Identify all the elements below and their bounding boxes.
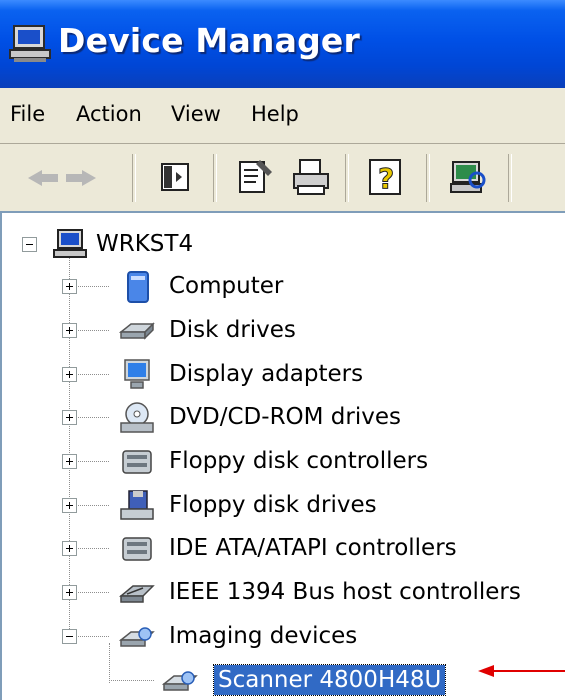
expand-icon[interactable] [62,279,77,294]
disk-drive-icon [118,314,155,348]
window-title: Device Manager [58,21,360,60]
toolbar-separator [508,154,512,202]
show-hide-console-tree-icon[interactable] [145,150,203,206]
properties-icon[interactable] [226,150,284,206]
toolbar-separator [426,154,430,202]
annotation-arrow [478,665,565,677]
tree-item-disk-drives[interactable]: Disk drives [2,309,562,353]
expand-icon[interactable] [62,541,77,556]
toolbar-separator [345,154,349,202]
print-icon[interactable] [282,150,340,206]
toolbar: ? [0,143,565,212]
tree-item-label: Computer [169,273,284,299]
tree-item-dvd-cd-rom-drives[interactable]: DVD/CD-ROM drives [2,396,562,440]
help-icon[interactable]: ? [358,150,416,206]
tree-item-floppy-disk-drives[interactable]: Floppy disk drives [2,484,562,528]
device-tree[interactable]: WRKST4 Computer Disk drives Display adap… [0,211,565,700]
forward-icon[interactable] [58,150,116,206]
tree-root-label: WRKST4 [96,231,194,257]
expand-icon[interactable] [62,454,77,469]
menu-bar: File Action View Help [0,88,565,144]
expand-icon[interactable] [62,367,77,382]
tree-item-ieee-1394-bus-host-controllers[interactable]: IEEE 1394 Bus host controllers [2,571,562,615]
svg-text:?: ? [378,162,394,195]
tree-item-floppy-disk-controllers[interactable]: Floppy disk controllers [2,440,562,484]
expand-icon[interactable] [62,498,77,513]
expand-icon[interactable] [62,323,77,338]
title-bar[interactable]: Device Manager [0,0,565,88]
monitor-icon [119,358,155,392]
toolbar-separator [213,154,217,202]
expand-icon[interactable] [62,410,77,425]
collapse-icon[interactable] [22,237,37,252]
controller-icon [119,532,155,566]
tree-item-label: IEEE 1394 Bus host controllers [169,579,521,605]
tree-item-display-adapters[interactable]: Display adapters [2,353,562,397]
scanner-icon [161,664,198,698]
tree-item-label: Floppy disk controllers [169,448,429,474]
collapse-icon[interactable] [62,629,77,644]
tree-item-computer[interactable]: Computer [2,265,562,309]
tree-item-label: DVD/CD-ROM drives [169,404,401,430]
floppy-drive-icon [119,489,155,523]
selected-device-label: Scanner 4800H48U [212,664,447,696]
tree-item-label: Display adapters [169,361,364,387]
cd-drive-icon [119,401,155,435]
menu-help[interactable]: Help [251,102,299,126]
computer-icon [52,228,88,262]
expand-icon[interactable] [62,585,77,600]
tree-item-imaging-devices[interactable]: Imaging devices [2,615,562,659]
toolbar-separator [132,154,136,202]
scanner-icon [118,620,155,654]
tree-item-ide-ata-atapi-controllers[interactable]: IDE ATA/ATAPI controllers [2,527,562,571]
scan-hardware-icon[interactable] [439,150,497,206]
ieee-1394-icon [118,576,155,610]
menu-action[interactable]: Action [76,102,142,126]
tree-item-label: Floppy disk drives [169,492,377,518]
menu-view[interactable]: View [171,102,221,126]
controller-icon [119,445,155,479]
tree-item-label: IDE ATA/ATAPI controllers [169,535,457,561]
tree-item-label: Disk drives [169,317,296,343]
computer-category-icon [119,270,155,304]
menu-file[interactable]: File [10,102,45,126]
tree-item-label: Imaging devices [169,623,358,649]
computer-icon [8,22,52,66]
tree-root[interactable]: WRKST4 [2,223,302,267]
